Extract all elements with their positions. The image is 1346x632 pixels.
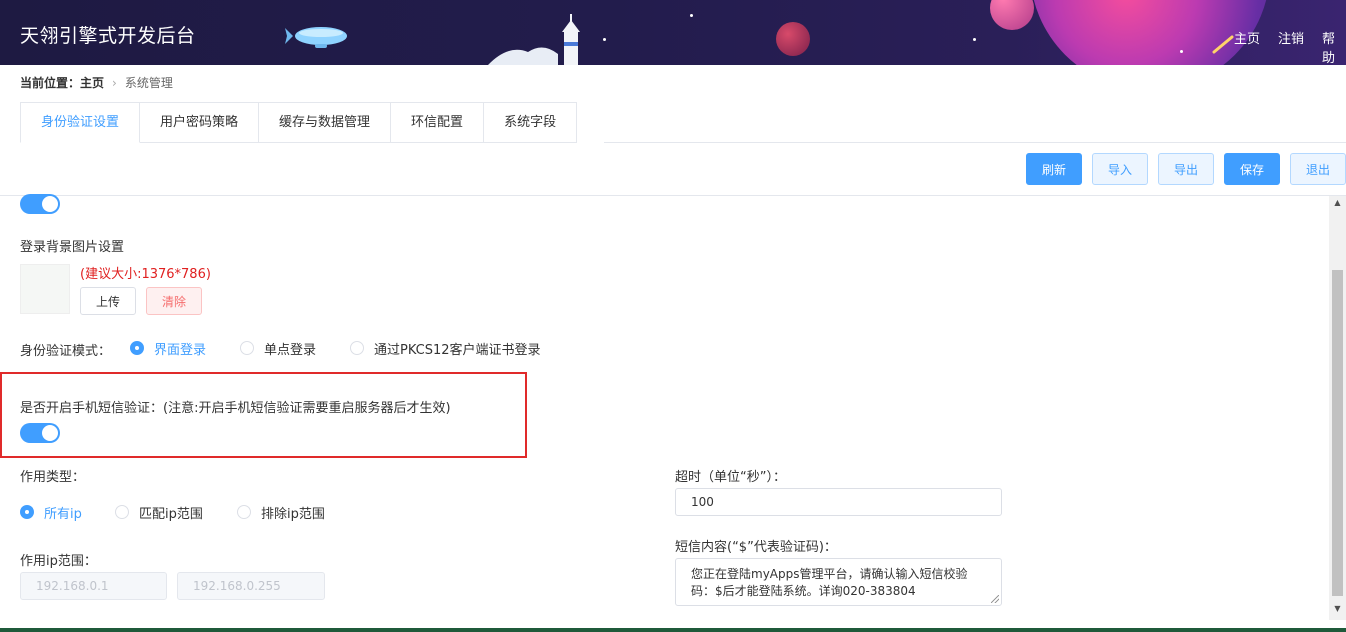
scroll-up-arrow-icon[interactable]: ▲: [1329, 198, 1346, 212]
radio-label: 单点登录: [264, 342, 317, 358]
radio-label: 排除ip范围: [261, 506, 325, 522]
tab-password-policy[interactable]: 用户密码策略: [140, 102, 260, 143]
ip-range-end-input[interactable]: 192.168.0.255: [177, 572, 325, 600]
radio-sso-login[interactable]: 单点登录: [240, 340, 317, 358]
tab-easemob-config[interactable]: 环信配置: [391, 102, 485, 143]
breadcrumb: 当前位置：主页 › 系统管理: [20, 74, 173, 91]
breadcrumb-current: 系统管理: [124, 76, 173, 90]
radio-dot: [20, 505, 34, 519]
tab-system-fields[interactable]: 系统字段: [484, 102, 578, 143]
radio-exclude-ip-range[interactable]: 排除ip范围: [237, 504, 325, 522]
toggle-knob: [42, 425, 58, 441]
star-decoration: [603, 38, 606, 41]
sms-verification-toggle[interactable]: [20, 423, 60, 443]
tabs-divider: [604, 142, 1346, 143]
radio-label: 匹配ip范围: [139, 506, 203, 522]
star-decoration: [1180, 50, 1183, 53]
planet-decoration: [990, 0, 1034, 30]
chevron-right-icon: ›: [112, 76, 117, 90]
exit-button[interactable]: 退出: [1290, 153, 1346, 185]
radio-dot: [240, 341, 254, 355]
radio-label: 界面登录: [154, 342, 207, 358]
breadcrumb-prefix: 当前位置：: [20, 76, 81, 90]
sms-verification-label: 是否开启手机短信验证：(注意:开启手机短信验证需要重启服务器后才生效): [20, 401, 451, 416]
bottom-strip: [0, 628, 1346, 632]
login-bg-size-hint: (建议大小:1376*786): [80, 267, 211, 282]
timeout-input[interactable]: 100: [675, 488, 1002, 516]
tab-auth-settings[interactable]: 身份验证设置: [20, 102, 141, 143]
nav-help-link[interactable]: 帮助: [1322, 28, 1346, 65]
comet-decoration: [1212, 35, 1234, 54]
star-decoration: [690, 14, 693, 17]
scrollbar-thumb[interactable]: [1332, 270, 1343, 596]
radio-dot: [350, 341, 364, 355]
import-button[interactable]: 导入: [1092, 153, 1148, 185]
app-title: 天翎引擎式开发后台: [20, 25, 196, 47]
login-bg-preview: [20, 264, 70, 314]
clear-button[interactable]: 清除: [146, 287, 202, 315]
radio-label: 所有ip: [44, 506, 82, 522]
toolbar-divider: [0, 195, 1346, 196]
timeout-label: 超时（单位“秒”）：: [675, 470, 786, 485]
sms-content-label: 短信内容(“$”代表验证码)：: [675, 540, 837, 555]
scroll-down-arrow-icon[interactable]: ▼: [1329, 604, 1346, 618]
save-button[interactable]: 保存: [1224, 153, 1280, 185]
toggle-switch[interactable]: [20, 194, 60, 214]
sms-content-textarea[interactable]: 您正在登陆myApps管理平台，请确认输入短信校验码：$后才能登陆系统。详询02…: [675, 558, 1002, 606]
app-header: 天翎引擎式开发后台 主页 注销 帮助: [0, 0, 1346, 65]
planet-decoration: [776, 22, 810, 56]
nav-home-link[interactable]: 主页: [1234, 28, 1260, 47]
ip-range-label: 作用ip范围：: [20, 554, 97, 569]
radio-dot: [130, 341, 144, 355]
scrollbar[interactable]: ▲ ▼: [1329, 196, 1346, 620]
resize-handle-icon[interactable]: [991, 595, 999, 603]
ip-range-start-input[interactable]: 192.168.0.1: [20, 572, 167, 600]
radio-dot: [237, 505, 251, 519]
refresh-button[interactable]: 刷新: [1026, 153, 1082, 185]
scope-type-label: 作用类型：: [20, 470, 86, 485]
settings-tabs: 身份验证设置 用户密码策略 缓存与数据管理 环信配置 系统字段: [20, 102, 578, 143]
export-button[interactable]: 导出: [1158, 153, 1214, 185]
radio-ui-login[interactable]: 界面登录: [130, 340, 207, 358]
breadcrumb-home-link[interactable]: 主页: [80, 76, 104, 90]
radio-all-ip[interactable]: 所有ip: [20, 504, 82, 522]
auth-mode-label: 身份验证模式：: [20, 344, 112, 359]
radio-label: 通过PKCS12客户端证书登录: [374, 342, 541, 358]
sms-content-text: 您正在登陆myApps管理平台，请确认输入短信校验码：$后才能登陆系统。详询02…: [691, 567, 968, 598]
blimp-illustration: [285, 27, 347, 48]
toggle-knob: [42, 196, 58, 212]
upload-button[interactable]: 上传: [80, 287, 136, 315]
nav-logout-link[interactable]: 注销: [1278, 28, 1304, 47]
radio-dot: [115, 505, 129, 519]
radio-pkcs12-login[interactable]: 通过PKCS12客户端证书登录: [350, 340, 541, 358]
login-bg-label: 登录背景图片设置: [20, 240, 125, 255]
star-decoration: [973, 38, 976, 41]
radio-match-ip-range[interactable]: 匹配ip范围: [115, 504, 203, 522]
tab-cache-data[interactable]: 缓存与数据管理: [259, 102, 392, 143]
lighthouse-illustration: [488, 14, 580, 65]
